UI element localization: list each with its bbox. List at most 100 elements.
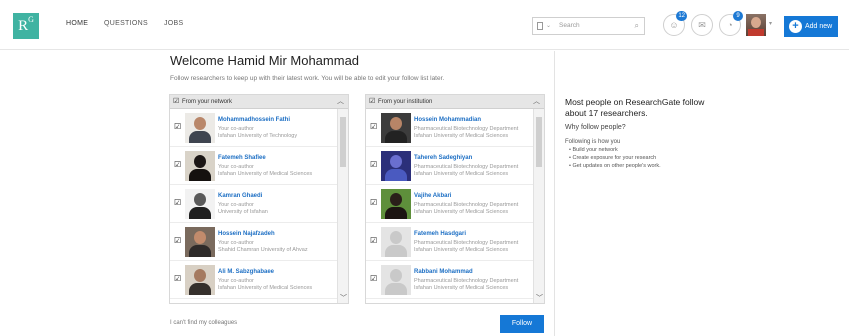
researcher-relation: Your co-author <box>218 278 254 284</box>
list-item: ☑ Hossein Najafzadeh Your co-author Shah… <box>170 223 338 261</box>
bell-icon: ◔ <box>727 20 733 30</box>
researcher-relation: Your co-author <box>218 164 254 170</box>
search-placeholder: Search <box>559 22 580 29</box>
mail-icon: ✉ <box>698 20 706 30</box>
notifications-badge: 9 <box>733 11 743 21</box>
page-subtitle: Follow researchers to keep up with their… <box>170 75 445 82</box>
researcher-institution: Isfahan University of Medical Sciences <box>414 171 509 177</box>
institution-scrollbar[interactable]: ﹀ <box>533 109 544 303</box>
researcher-name[interactable]: Ali M. Sabzghabaee <box>218 269 274 275</box>
list-item: ☑ Hossein Mohammadian Pharmaceutical Bio… <box>366 109 534 147</box>
list-item: ☑ Vajihe Akbari Pharmaceutical Biotechno… <box>366 185 534 223</box>
follow-checkbox[interactable]: ☑ <box>370 237 378 245</box>
person-icon: ☺ <box>669 20 679 30</box>
follow-checkbox[interactable]: ☑ <box>370 123 378 131</box>
chevron-down-icon[interactable]: ⌄ <box>546 18 551 34</box>
researcher-name[interactable]: Tahereh Sadeghiyan <box>414 155 472 161</box>
list-item: ☑ Kamran Ghaedi Your co-author Universit… <box>170 185 338 223</box>
network-scrollbar[interactable]: ﹀ <box>337 109 348 303</box>
follow-checkbox[interactable]: ☑ <box>174 199 182 207</box>
researcher-name[interactable]: Hossein Mohammadian <box>414 117 481 123</box>
why-follow-heading: Why follow people? <box>565 124 626 131</box>
benefits-list: Build your network Create exposure for y… <box>569 146 661 170</box>
researchgate-logo[interactable]: RG <box>13 13 39 39</box>
researcher-name[interactable]: Kamran Ghaedi <box>218 193 262 199</box>
nav-home-link[interactable]: HOME <box>66 20 88 27</box>
profile-photo <box>381 189 411 219</box>
top-navigation-bar: RG HOME QUESTIONS JOBS ⌄ Search ⌕ ☺ 12 ✉… <box>0 0 849 50</box>
default-avatar-icon <box>381 227 411 257</box>
researcher-department: Pharmaceutical Biotechnology Department <box>414 126 519 132</box>
chevron-up-icon[interactable]: ︿ <box>337 95 344 109</box>
select-all-institution-checkbox[interactable]: ☑ <box>369 98 376 105</box>
nav-jobs-link[interactable]: JOBS <box>164 20 183 27</box>
follow-stats-heading: Most people on ResearchGate follow about… <box>565 97 705 118</box>
logo-superscript: G <box>28 15 34 24</box>
researcher-department: Pharmaceutical Biotechnology Department <box>414 164 519 170</box>
list-item: ☑ Rabbani Mohammad Pharmaceutical Biotec… <box>366 261 534 299</box>
select-all-network-checkbox[interactable]: ☑ <box>173 98 180 105</box>
profile-photo <box>185 227 215 257</box>
notifications-button[interactable]: ◔ 9 <box>719 11 743 36</box>
follow-checkbox[interactable]: ☑ <box>174 161 182 169</box>
list-item: ☑ Tahereh Sadeghiyan Pharmaceutical Biot… <box>366 147 534 185</box>
follow-checkbox[interactable]: ☑ <box>174 123 182 131</box>
panel-divider <box>554 51 555 336</box>
follow-checkbox[interactable]: ☑ <box>370 275 378 283</box>
cant-find-colleagues-link[interactable]: I can't find my colleagues <box>170 320 237 326</box>
institution-suggestions-panel: ☑ From your institution ︿ ☑ Hossein Moha… <box>365 94 545 304</box>
follow-checkbox[interactable]: ☑ <box>370 199 378 207</box>
researcher-institution: Isfahan University of Medical Sciences <box>414 247 509 253</box>
document-icon <box>537 22 543 30</box>
follow-checkbox[interactable]: ☑ <box>370 161 378 169</box>
plus-icon: + <box>789 20 802 33</box>
list-item: Get updates on other people's work. <box>569 162 660 170</box>
researcher-relation: Your co-author <box>218 240 254 246</box>
nav-questions-link[interactable]: QUESTIONS <box>104 20 148 27</box>
follow-button[interactable]: Follow <box>500 315 544 333</box>
add-new-label: Add new <box>805 23 833 30</box>
researcher-institution: Shahid Chamran University of Ahvaz <box>218 247 308 253</box>
researcher-institution: Isfahan University of Medical Sciences <box>414 285 509 291</box>
list-item: Build your network <box>569 146 661 154</box>
search-icon[interactable]: ⌕ <box>635 18 639 34</box>
researcher-name[interactable]: Mohammadhossein Fathi <box>218 117 290 123</box>
why-follow-intro: Following is how you <box>565 139 621 145</box>
profile-photo <box>185 189 215 219</box>
avatar-menu-chevron-icon[interactable]: ▾ <box>769 20 772 27</box>
researcher-department: Pharmaceutical Biotechnology Department <box>414 278 519 284</box>
search-input[interactable]: ⌄ Search ⌕ <box>532 17 645 35</box>
institution-header-label: From your institution <box>378 99 433 105</box>
profile-photo <box>185 113 215 143</box>
messages-button[interactable]: ✉ <box>691 14 713 36</box>
add-new-button[interactable]: + Add new <box>784 16 838 37</box>
profile-photo <box>381 151 411 181</box>
requests-badge: 12 <box>676 11 687 21</box>
chevron-up-icon[interactable]: ︿ <box>533 95 540 109</box>
list-item: ☑ Ali M. Sabzghabaee Your co-author Isfa… <box>170 261 338 299</box>
researcher-name[interactable]: Vajihe Akbari <box>414 193 451 199</box>
avatar[interactable] <box>746 14 766 36</box>
list-item: ☑ Fatemeh Shafiee Your co-author Isfahan… <box>170 147 338 185</box>
researcher-name[interactable]: Fatemeh Hasdgari <box>414 231 466 237</box>
researcher-department: Pharmaceutical Biotechnology Department <box>414 202 519 208</box>
list-item: ☑ Fatemeh Hasdgari Pharmaceutical Biotec… <box>366 223 534 261</box>
researcher-institution: University of Isfahan <box>218 209 268 215</box>
researcher-name[interactable]: Rabbani Mohammad <box>414 269 473 275</box>
researcher-institution: Isfahan University of Medical Sciences <box>218 285 313 291</box>
list-item: Create exposure for your research <box>569 154 661 162</box>
requests-button[interactable]: ☺ 12 <box>663 11 687 36</box>
chevron-down-icon[interactable]: ﹀ <box>340 293 347 303</box>
profile-photo <box>381 113 411 143</box>
follow-checkbox[interactable]: ☑ <box>174 275 182 283</box>
institution-panel-header: ☑ From your institution ︿ <box>366 95 544 109</box>
researcher-name[interactable]: Hossein Najafzadeh <box>218 231 275 237</box>
follow-checkbox[interactable]: ☑ <box>174 237 182 245</box>
list-item: ☑ Mohammadhossein Fathi Your co-author I… <box>170 109 338 147</box>
researcher-name[interactable]: Fatemeh Shafiee <box>218 155 266 161</box>
chevron-down-icon[interactable]: ﹀ <box>536 293 543 303</box>
profile-photo <box>185 265 215 295</box>
researcher-relation: Your co-author <box>218 126 254 132</box>
default-avatar-icon <box>381 265 411 295</box>
researcher-institution: Isfahan University of Medical Sciences <box>414 209 509 215</box>
